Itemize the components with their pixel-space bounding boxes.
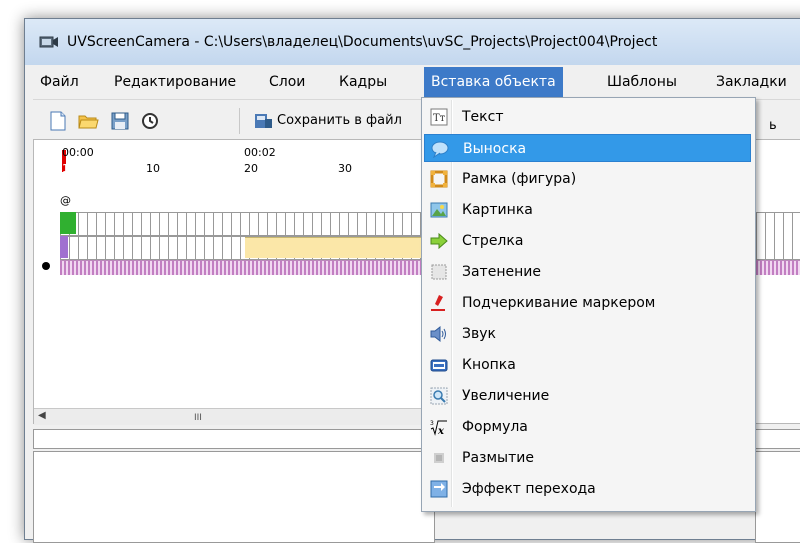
open-folder-icon[interactable]: [77, 110, 99, 132]
svg-text:Tт: Tт: [433, 113, 446, 124]
menu-item-label: Формула: [462, 419, 528, 435]
menu-item-formula[interactable]: 3 x Формула: [424, 413, 751, 441]
window-title: UVScreenCamera - C:\Users\владелец\Docum…: [67, 34, 658, 50]
frame-label-1: 1: [62, 162, 69, 175]
callout-icon: [431, 141, 449, 158]
menu-item-label: Рамка (фигура): [462, 171, 577, 187]
picture-icon: [430, 202, 448, 218]
menu-item-label: Звук: [462, 326, 496, 342]
menu-item-marker-underline[interactable]: Подчеркивание маркером: [424, 289, 751, 317]
menu-frames[interactable]: Кадры: [332, 67, 394, 97]
save-to-file-label: Сохранить в файл: [277, 113, 402, 128]
menu-item-picture[interactable]: Картинка: [424, 196, 751, 224]
menu-edit[interactable]: Редактирование: [107, 67, 243, 97]
frame-shape-icon: [430, 170, 448, 188]
preview-header-bar-right: [755, 429, 800, 449]
menu-item-blur[interactable]: Размытие: [424, 444, 751, 472]
time-label-0: 00:00: [62, 146, 94, 159]
transition-icon: [430, 480, 448, 498]
layer-object-block[interactable]: [60, 236, 68, 258]
toolbar-hidden-label: ь: [769, 118, 777, 133]
save-film-icon: [255, 114, 272, 128]
audio-waveform-track[interactable]: [60, 260, 436, 275]
menu-item-frame-shape[interactable]: Рамка (фигура): [424, 165, 751, 193]
menu-item-callout[interactable]: Выноска: [424, 134, 751, 162]
menu-item-label: Затенение: [462, 264, 541, 280]
svg-text:3: 3: [430, 420, 434, 427]
shading-icon: [431, 264, 447, 280]
audio-track-right: [756, 260, 800, 275]
frame-label-30: 30: [338, 162, 352, 175]
menu-templates[interactable]: Шаблоны: [600, 67, 684, 97]
formula-icon: 3 x: [430, 420, 447, 436]
bookmark-at-symbol: @: [60, 194, 71, 207]
menu-item-sound[interactable]: Звук: [424, 320, 751, 348]
menu-item-transition[interactable]: Эффект перехода: [424, 475, 751, 503]
button-icon: [430, 359, 448, 372]
sound-icon: [430, 325, 446, 343]
scroll-left-arrow-icon[interactable]: ◀: [38, 410, 46, 421]
menu-item-zoom[interactable]: Увеличение: [424, 382, 751, 410]
marker-icon: [431, 295, 445, 311]
menu-item-label: Картинка: [462, 202, 533, 218]
menu-item-label: Увеличение: [462, 388, 550, 404]
menu-item-button[interactable]: Кнопка: [424, 351, 751, 379]
scroll-thumb[interactable]: III: [194, 413, 202, 423]
menu-item-shading[interactable]: Затенение: [424, 258, 751, 286]
app-camera-icon: [39, 36, 58, 48]
menu-item-label: Выноска: [463, 141, 527, 157]
preview-pane-right: [755, 451, 800, 543]
time-label-2: 00:02: [244, 146, 276, 159]
svg-text:x: x: [437, 426, 445, 436]
preview-pane: [33, 451, 435, 543]
menu-item-label: Подчеркивание маркером: [462, 295, 656, 311]
menu-file[interactable]: Файл: [33, 67, 86, 97]
blur-icon: [434, 453, 444, 463]
menu-item-label: Стрелка: [462, 233, 524, 249]
insert-object-dropdown: Tт Текст Выноска Рамка (фигура) Картинка…: [421, 97, 756, 512]
history-clock-icon[interactable]: [139, 110, 161, 132]
frame-label-20: 20: [244, 162, 258, 175]
save-disk-icon[interactable]: [109, 110, 131, 132]
timeline-panel[interactable]: 00:00 00:02 1 10 20 30 @ ◀ III: [33, 139, 436, 425]
zoom-icon: [430, 387, 448, 405]
menu-insert-object[interactable]: Вставка объекта: [424, 67, 563, 97]
menu-item-label: Кнопка: [462, 357, 516, 373]
preview-header-bar: [33, 429, 435, 449]
toolbar-separator: [239, 108, 240, 134]
menu-item-label: Размытие: [462, 450, 534, 466]
title-bar[interactable]: UVScreenCamera - C:\Users\владелец\Docum…: [25, 19, 800, 65]
timeline-ruler: 00:00 00:02 1 10 20 30: [34, 140, 434, 210]
text-icon: Tт: [430, 108, 448, 126]
menu-item-label: Эффект перехода: [462, 481, 596, 497]
menu-bar: Файл Редактирование Слои Кадры Вставка о…: [33, 67, 800, 97]
menu-bookmarks[interactable]: Закладки: [709, 67, 794, 97]
frame-track-1[interactable]: [60, 212, 436, 236]
selected-frame-block[interactable]: [60, 212, 76, 234]
horizontal-scrollbar[interactable]: ◀ III: [34, 408, 432, 425]
frame-track-right: [756, 212, 800, 260]
object-duration-block[interactable]: [245, 237, 435, 258]
audio-track-dot: [42, 262, 50, 270]
menu-item-label: Текст: [462, 109, 504, 125]
menu-item-arrow[interactable]: Стрелка: [424, 227, 751, 255]
menu-layers[interactable]: Слои: [262, 67, 312, 97]
menu-item-text[interactable]: Tт Текст: [424, 103, 751, 131]
timeline-panel-right: [755, 139, 800, 424]
arrow-icon: [430, 232, 448, 250]
new-file-icon[interactable]: [47, 110, 69, 132]
frame-label-10: 10: [146, 162, 160, 175]
